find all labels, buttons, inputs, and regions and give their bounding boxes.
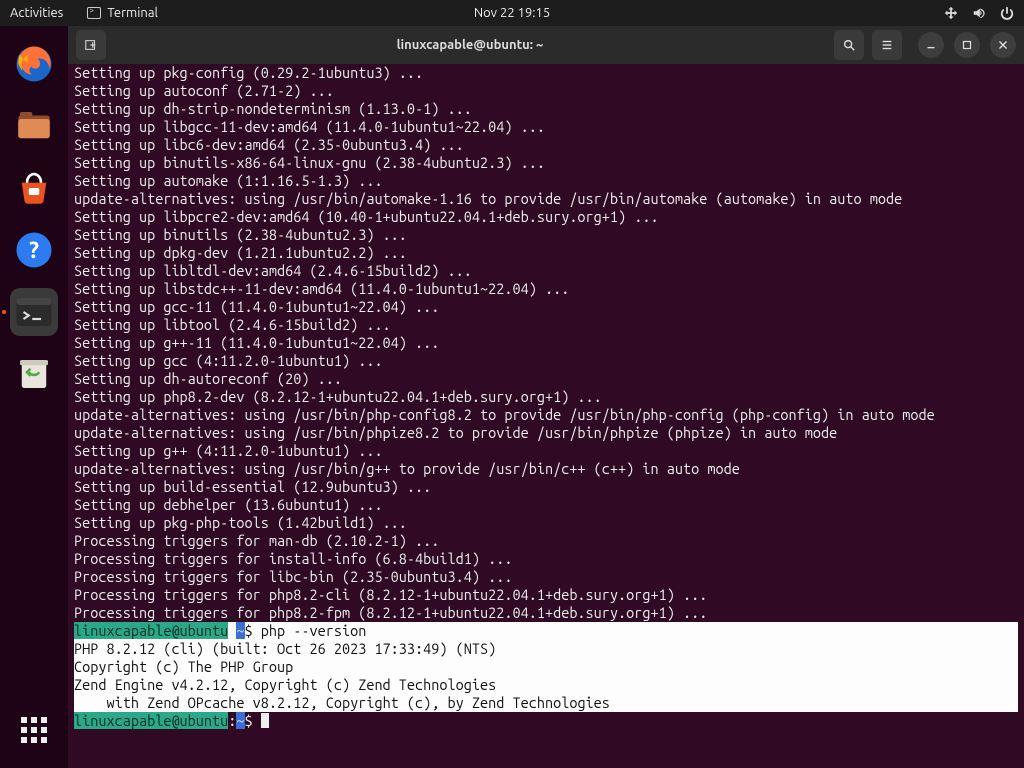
terminal-output-line: Processing triggers for install-info (6.…	[74, 550, 1018, 568]
terminal-output-line: Setting up g++-11 (11.4.0-1ubuntu1~22.04…	[74, 334, 1018, 352]
prompt-path: ~	[236, 712, 244, 729]
terminal-output-line: Setting up gcc-11 (11.4.0-1ubuntu1~22.04…	[74, 298, 1018, 316]
terminal-output-line: Setting up binutils-x86-64-linux-gnu (2.…	[74, 154, 1018, 172]
terminal-output-line: Zend Engine v4.2.12, Copyright (c) Zend …	[74, 676, 1018, 694]
maximize-button[interactable]	[954, 32, 980, 58]
terminal-output-line: Setting up libc6-dev:amd64 (2.35-0ubuntu…	[74, 136, 1018, 154]
svg-text:?: ?	[29, 238, 39, 263]
prompt-path: ~	[236, 622, 244, 639]
terminal-output-line: Processing triggers for php8.2-cli (8.2.…	[74, 586, 1018, 604]
window-title: linuxcapable@ubuntu: ~	[114, 38, 826, 52]
terminal-window: linuxcapable@ubuntu: ~ Setting up pkg-co…	[68, 26, 1024, 768]
prompt-sigil: $	[245, 622, 261, 639]
clock[interactable]: Nov 22 19:15	[474, 6, 550, 20]
terminal-output-line: Setting up pkg-config (0.29.2-1ubuntu3) …	[74, 64, 1018, 82]
window-titlebar: linuxcapable@ubuntu: ~	[68, 26, 1024, 64]
hamburger-menu-button[interactable]	[872, 30, 902, 60]
activities-button[interactable]: Activities	[10, 6, 63, 20]
terminal-output-line: Setting up libtool (2.4.6-15build2) ...	[74, 316, 1018, 334]
status-area[interactable]	[944, 6, 1014, 20]
prompt-line[interactable]: linuxcapable@ubuntu:~$	[74, 712, 1018, 730]
terminal-output-line: update-alternatives: using /usr/bin/auto…	[74, 190, 1018, 208]
terminal-output-line: Setting up g++ (4:11.2.0-1ubuntu1) ...	[74, 442, 1018, 460]
prompt-userhost: linuxcapable@ubuntu	[74, 622, 228, 639]
show-applications-button[interactable]	[14, 710, 54, 750]
terminal-output-line: with Zend OPcache v8.2.12, Copyright (c)…	[74, 694, 1018, 712]
appmenu-label: Terminal	[107, 6, 158, 20]
prompt-sigil: $	[245, 712, 261, 729]
power-icon	[1000, 6, 1014, 20]
terminal-output-line: Copyright (c) The PHP Group	[74, 658, 1018, 676]
new-tab-button[interactable]	[76, 30, 106, 60]
dock-app-trash[interactable]	[10, 350, 58, 398]
dock-app-firefox[interactable]	[10, 40, 58, 88]
terminal-icon	[87, 7, 101, 19]
cursor	[261, 713, 269, 728]
terminal-output-line: Setting up php8.2-dev (8.2.12-1+ubuntu22…	[74, 388, 1018, 406]
dock-app-files[interactable]	[10, 102, 58, 150]
terminal-viewport[interactable]: Setting up pkg-config (0.29.2-1ubuntu3) …	[68, 64, 1024, 768]
terminal-output-line: Processing triggers for libc-bin (2.35-0…	[74, 568, 1018, 586]
terminal-output-line: Setting up build-essential (12.9ubuntu3)…	[74, 478, 1018, 496]
dock-app-terminal[interactable]	[10, 288, 58, 336]
terminal-output-line: Setting up libpcre2-dev:amd64 (10.40-1+u…	[74, 208, 1018, 226]
terminal-output-line: Setting up libltdl-dev:amd64 (2.4.6-15bu…	[74, 262, 1018, 280]
terminal-output-line: Setting up debhelper (13.6ubuntu1) ...	[74, 496, 1018, 514]
terminal-output-line: Setting up dh-strip-nondeterminism (1.13…	[74, 100, 1018, 118]
highlighted-selection: linuxcapable@ubuntu:~$ php --versionPHP …	[74, 622, 1018, 712]
terminal-output-line: Setting up autoconf (2.71-2) ...	[74, 82, 1018, 100]
minimize-button[interactable]	[918, 32, 944, 58]
terminal-output-line: Setting up dh-autoreconf (20) ...	[74, 370, 1018, 388]
terminal-output-line: Setting up automake (1:1.16.5-1.3) ...	[74, 172, 1018, 190]
terminal-output-line: Setting up libgcc-11-dev:amd64 (11.4.0-1…	[74, 118, 1018, 136]
dock-app-help[interactable]: ?	[10, 226, 58, 274]
volume-icon	[972, 6, 986, 20]
command-text: php --version	[261, 622, 367, 639]
terminal-output-line: Processing triggers for man-db (2.10.2-1…	[74, 532, 1018, 550]
appmenu-terminal[interactable]: Terminal	[87, 6, 158, 20]
terminal-output-line: Setting up pkg-php-tools (1.42build1) ..…	[74, 514, 1018, 532]
terminal-output-line: update-alternatives: using /usr/bin/g++ …	[74, 460, 1018, 478]
prompt-userhost: linuxcapable@ubuntu	[74, 712, 228, 729]
dock-app-software[interactable]	[10, 164, 58, 212]
gnome-top-bar: Activities Terminal Nov 22 19:15	[0, 0, 1024, 26]
terminal-output-line: update-alternatives: using /usr/bin/phpi…	[74, 424, 1018, 442]
terminal-output-line: PHP 8.2.12 (cli) (built: Oct 26 2023 17:…	[74, 640, 1018, 658]
terminal-output-line: update-alternatives: using /usr/bin/php-…	[74, 406, 1018, 424]
ubuntu-dock: ?	[0, 26, 68, 768]
terminal-output-line: Processing triggers for php8.2-fpm (8.2.…	[74, 604, 1018, 622]
close-button[interactable]	[990, 32, 1016, 58]
terminal-output-line: Setting up dpkg-dev (1.21.1ubuntu2.2) ..…	[74, 244, 1018, 262]
search-button[interactable]	[834, 30, 864, 60]
network-icon	[944, 6, 958, 20]
terminal-output-line: Setting up gcc (4:11.2.0-1ubuntu1) ...	[74, 352, 1018, 370]
terminal-output-line: Setting up libstdc++-11-dev:amd64 (11.4.…	[74, 280, 1018, 298]
terminal-output-line: Setting up binutils (2.38-4ubuntu2.3) ..…	[74, 226, 1018, 244]
